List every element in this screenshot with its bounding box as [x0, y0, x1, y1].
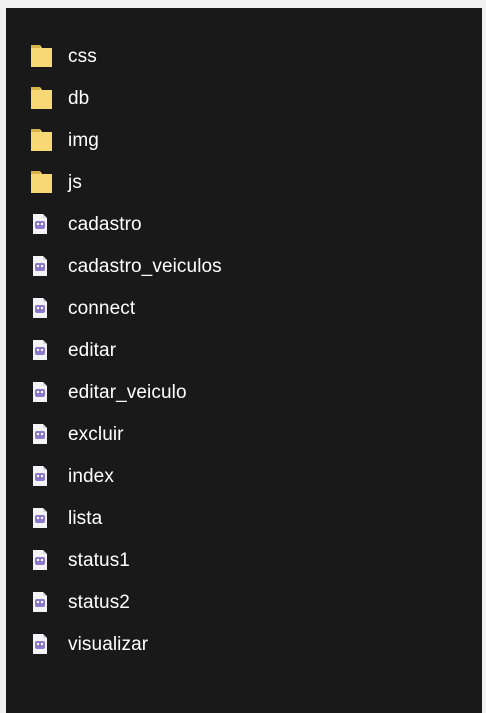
file-name: lista — [68, 507, 103, 529]
php-file-icon — [30, 295, 56, 321]
window-right-border — [482, 8, 486, 713]
file-name: cadastro — [68, 213, 142, 235]
php-file-icon — [30, 631, 56, 657]
list-item[interactable]: editar — [30, 329, 470, 371]
file-name: editar — [68, 339, 117, 361]
file-name: connect — [68, 297, 136, 319]
php-file-icon — [30, 589, 56, 615]
list-item[interactable]: css — [30, 35, 470, 77]
php-file-icon — [30, 211, 56, 237]
php-file-icon — [30, 337, 56, 363]
list-item[interactable]: js — [30, 161, 470, 203]
file-name: editar_veiculo — [68, 381, 187, 403]
folder-icon — [30, 127, 56, 153]
list-item[interactable]: editar_veiculo — [30, 371, 470, 413]
file-name: status1 — [68, 549, 130, 571]
php-file-icon — [30, 505, 56, 531]
list-item[interactable]: excluir — [30, 413, 470, 455]
list-item[interactable]: img — [30, 119, 470, 161]
file-list: css db img js cadastro cadastro_veiculos… — [30, 35, 470, 665]
file-name: index — [68, 465, 114, 487]
list-item[interactable]: index — [30, 455, 470, 497]
list-item[interactable]: cadastro_veiculos — [30, 245, 470, 287]
list-item[interactable]: connect — [30, 287, 470, 329]
php-file-icon — [30, 379, 56, 405]
list-item[interactable]: lista — [30, 497, 470, 539]
php-file-icon — [30, 253, 56, 279]
file-name: css — [68, 45, 97, 67]
folder-icon — [30, 169, 56, 195]
list-item[interactable]: db — [30, 77, 470, 119]
file-name: js — [68, 171, 82, 193]
file-name: excluir — [68, 423, 124, 445]
php-file-icon — [30, 421, 56, 447]
file-name: cadastro_veiculos — [68, 255, 222, 277]
file-name: db — [68, 87, 90, 109]
file-name: visualizar — [68, 633, 149, 655]
list-item[interactable]: status1 — [30, 539, 470, 581]
window-top-border — [0, 0, 486, 8]
php-file-icon — [30, 463, 56, 489]
file-name: status2 — [68, 591, 130, 613]
folder-icon — [30, 43, 56, 69]
file-name: img — [68, 129, 99, 151]
folder-icon — [30, 85, 56, 111]
file-explorer-pane: css db img js cadastro cadastro_veiculos… — [6, 8, 482, 713]
list-item[interactable]: visualizar — [30, 623, 470, 665]
list-item[interactable]: status2 — [30, 581, 470, 623]
php-file-icon — [30, 547, 56, 573]
list-item[interactable]: cadastro — [30, 203, 470, 245]
